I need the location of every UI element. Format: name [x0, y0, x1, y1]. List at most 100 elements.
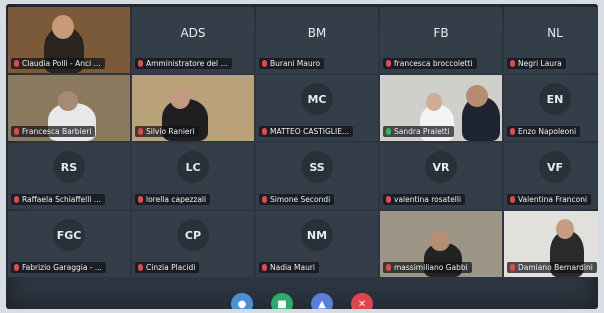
participant-avatar: EN: [539, 83, 571, 115]
participant-name: francesca broccoletti: [394, 59, 473, 68]
participant-video-face: [430, 231, 450, 251]
participant-name: Enzo Napoleoni: [518, 127, 577, 136]
participant-video-face: [466, 85, 488, 107]
participant-avatar: ADS: [180, 26, 206, 40]
participant-grid: Claudia Polli - Anci ... ADS Amministrator…: [8, 7, 598, 277]
camera-icon: ■: [277, 298, 287, 310]
participant-name: Silvio Ranieri: [146, 127, 195, 136]
microphone-muted-icon: [510, 60, 515, 67]
microphone-muted-icon: [14, 128, 19, 135]
participant-avatar: FB: [433, 26, 449, 40]
participant-name-label: Silvio Ranieri: [135, 126, 199, 137]
participant-name: Sandra Praletti: [394, 127, 450, 136]
microphone-muted-icon: [386, 60, 391, 67]
participant-avatar: FGC: [53, 219, 85, 251]
participant-name-label: Burani Mauro: [259, 58, 325, 69]
microphone-muted-icon: [138, 196, 143, 203]
microphone-muted-icon: [14, 196, 19, 203]
participant-avatar: RS: [53, 151, 85, 183]
microphone-muted-icon: [138, 128, 143, 135]
microphone-muted-icon: [510, 128, 515, 135]
participant-tile[interactable]: Claudia Polli - Anci ...: [8, 7, 130, 73]
share-screen-button[interactable]: ▲: [311, 293, 333, 309]
participant-video-face: [170, 87, 190, 109]
microphone-muted-icon: [510, 264, 515, 271]
participant-tile[interactable]: massimiliano Gabbi: [380, 211, 502, 277]
participant-tile[interactable]: VF Valentina Franconi: [504, 143, 598, 209]
participant-name: Burani Mauro: [270, 59, 321, 68]
participant-name-label: Amministratore del ...: [135, 58, 232, 69]
participant-tile[interactable]: RS Raffaela Schiaffelli ...: [8, 143, 130, 209]
microphone-muted-icon: [14, 264, 19, 271]
participant-video-face: [426, 93, 442, 111]
microphone-muted-icon: [262, 196, 267, 203]
hang-up-button[interactable]: ✕: [351, 293, 373, 309]
participant-tile[interactable]: Francesca Barbieri: [8, 75, 130, 141]
participant-avatar: MC: [301, 83, 333, 115]
meeting-window: Claudia Polli - Anci ... ADS Amministrator…: [6, 4, 598, 309]
microphone-muted-icon: [14, 60, 19, 67]
participant-name: MATTEO CASTIGLIE...: [270, 127, 350, 136]
microphone-muted-icon: [262, 60, 267, 67]
participant-avatar: NM: [301, 219, 333, 251]
participant-tile[interactable]: NL Negri Laura: [504, 7, 598, 73]
participant-tile[interactable]: VR valentina rosatelli: [380, 143, 502, 209]
participant-name: Amministratore del ...: [146, 59, 228, 68]
microphone-icon: ●: [237, 298, 247, 310]
participant-name: Damiano Bernardini: [518, 263, 593, 272]
participant-tile[interactable]: EN Enzo Napoleoni: [504, 75, 598, 141]
participant-name: Claudia Polli - Anci ...: [22, 59, 101, 68]
participant-tile[interactable]: MC MATTEO CASTIGLIE...: [256, 75, 378, 141]
participant-name: Francesca Barbieri: [22, 127, 92, 136]
participant-tile[interactable]: Silvio Ranieri: [132, 75, 254, 141]
microphone-muted-icon: [138, 264, 143, 271]
microphone-muted-icon: [262, 128, 267, 135]
participant-name-label: Fabrizio Garaggia - ...: [11, 262, 107, 273]
participant-name-label: valentina rosatelli: [383, 194, 466, 205]
share-screen-icon: ▲: [318, 298, 326, 310]
participant-name-label: Valentina Franconi: [507, 194, 592, 205]
participant-name: Cinzia Placidi: [146, 263, 196, 272]
microphone-muted-icon: [386, 264, 391, 271]
participant-avatar: LC: [177, 151, 209, 183]
participant-name-label: Enzo Napoleoni: [507, 126, 581, 137]
participant-name: Nadia Mauri: [270, 263, 316, 272]
hang-up-icon: ✕: [357, 298, 367, 310]
participant-video-face: [556, 219, 574, 239]
participant-tile[interactable]: Sandra Praletti: [380, 75, 502, 141]
participant-avatar: SS: [301, 151, 333, 183]
participant-name: lorella capezzali: [146, 195, 207, 204]
participant-avatar: BM: [307, 26, 327, 40]
participant-avatar: NL: [547, 26, 563, 40]
participant-name-label: Cinzia Placidi: [135, 262, 200, 273]
participant-tile[interactable]: CP Cinzia Placidi: [132, 211, 254, 277]
microphone-on-icon: [386, 128, 391, 135]
participant-name: Fabrizio Garaggia - ...: [22, 263, 103, 272]
participant-tile[interactable]: FB francesca broccoletti: [380, 7, 502, 73]
microphone-muted-icon: [138, 60, 143, 67]
participant-name: massimiliano Gabbi: [394, 263, 468, 272]
participant-name-label: Raffaela Schiaffelli ...: [11, 194, 105, 205]
microphone-muted-icon: [386, 196, 391, 203]
participant-tile[interactable]: FGC Fabrizio Garaggia - ...: [8, 211, 130, 277]
participant-tile[interactable]: BM Burani Mauro: [256, 7, 378, 73]
participant-name-label: Negri Laura: [507, 58, 566, 69]
participant-name-label: francesca broccoletti: [383, 58, 477, 69]
participant-name-label: Simone Secondi: [259, 194, 335, 205]
participant-name: valentina rosatelli: [394, 195, 462, 204]
participant-name-label: Claudia Polli - Anci ...: [11, 58, 105, 69]
participant-avatar: VR: [425, 151, 457, 183]
microphone-button[interactable]: ●: [231, 293, 253, 309]
participant-tile[interactable]: Damiano Bernardini: [504, 211, 598, 277]
participant-video-face: [52, 15, 74, 39]
participant-tile[interactable]: LC lorella capezzali: [132, 143, 254, 209]
camera-button[interactable]: ■: [271, 293, 293, 309]
participant-name-label: Damiano Bernardini: [507, 262, 597, 273]
participant-video-face: [58, 91, 78, 111]
participant-tile[interactable]: NM Nadia Mauri: [256, 211, 378, 277]
participant-tile[interactable]: SS Simone Secondi: [256, 143, 378, 209]
participant-tile[interactable]: ADS Amministratore del ...: [132, 7, 254, 73]
participant-name: Negri Laura: [518, 59, 562, 68]
participant-name-label: Francesca Barbieri: [11, 126, 96, 137]
participant-name: Simone Secondi: [270, 195, 331, 204]
